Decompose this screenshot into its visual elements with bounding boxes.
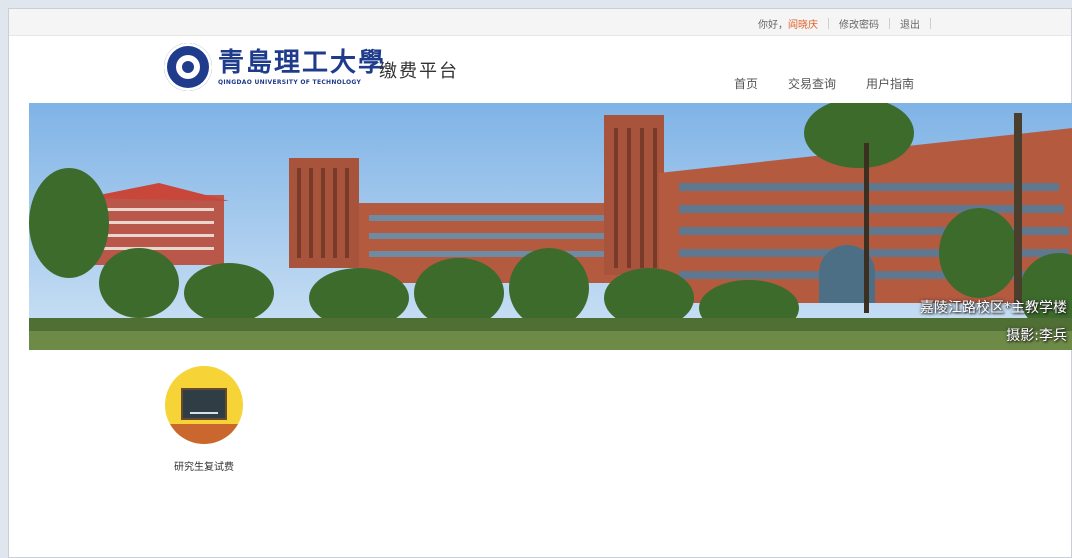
nav-item-transactions[interactable]: 交易查询	[788, 75, 836, 92]
greeting-text: 你好，	[758, 20, 788, 31]
logo-text: 青島理工大學 QINGDAO UNIVERSITY OF TECHNOLOGY	[218, 49, 386, 86]
banner-location-caption: 嘉陵江路校区*主教学楼	[920, 300, 1067, 316]
university-logo[interactable]: 青島理工大學 QINGDAO UNIVERSITY OF TECHNOLOGY	[164, 43, 386, 91]
account-links: 你好， 阎晓庆 修改密码 退出	[758, 16, 941, 31]
service-tile-label: 研究生复试费	[174, 462, 234, 473]
username-link[interactable]: 阎晓庆	[788, 16, 818, 31]
main-nav: 首页 交易查询 用户指南	[734, 75, 944, 92]
site-header: 青島理工大學 QINGDAO UNIVERSITY OF TECHNOLOGY …	[9, 35, 1071, 101]
platform-title: 缴费平台	[379, 61, 459, 82]
nav-item-home[interactable]: 首页	[734, 75, 758, 92]
logout-link[interactable]: 退出	[900, 16, 920, 31]
university-seal-icon	[164, 43, 212, 91]
campus-banner: 嘉陵江路校区*主教学楼 摄影:李兵	[29, 103, 1072, 350]
service-tile-graduate-retest-fee[interactable]: 研究生复试费	[164, 366, 244, 473]
blackboard-icon	[165, 366, 243, 444]
campus-photo	[29, 103, 1072, 350]
top-utility-bar: 你好， 阎晓庆 修改密码 退出	[9, 9, 1071, 36]
change-password-link[interactable]: 修改密码	[839, 16, 879, 31]
logo-english-name: QINGDAO UNIVERSITY OF TECHNOLOGY	[218, 78, 362, 86]
logo-chinese-name: 青島理工大學	[218, 47, 387, 78]
banner-photo-credit: 摄影:李兵	[1006, 328, 1067, 344]
page-frame: 你好， 阎晓庆 修改密码 退出 青島理工大學 QINGDAO UNIVERSIT…	[8, 8, 1072, 558]
divider	[889, 18, 890, 29]
nav-item-user-guide[interactable]: 用户指南	[866, 75, 914, 92]
divider	[828, 18, 829, 29]
divider	[930, 18, 931, 29]
